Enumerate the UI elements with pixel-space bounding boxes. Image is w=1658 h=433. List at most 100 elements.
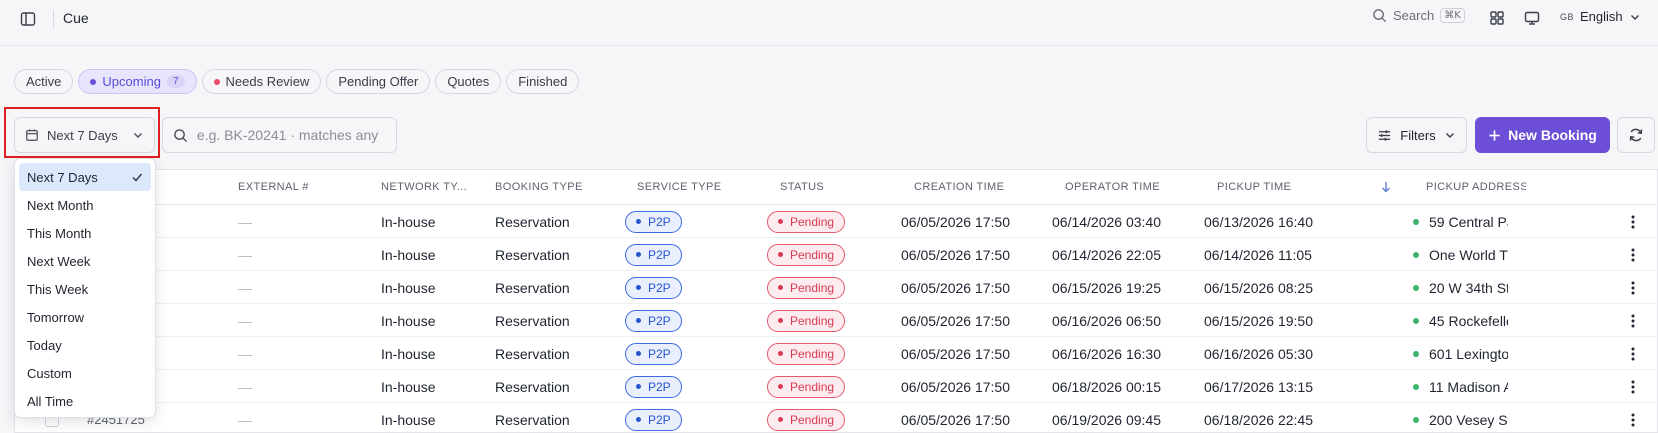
service-type-badge: P2P <box>625 243 682 266</box>
status-tabs: Active Upcoming 7 Needs Review Pending O… <box>14 69 580 94</box>
booking-type: Reservation <box>495 279 570 296</box>
date-range-label: Next 7 Days <box>47 127 118 143</box>
column-header-network-type[interactable]: NETWORK TY... <box>381 170 481 204</box>
date-range-option[interactable]: Next 7 Days <box>19 163 151 191</box>
chevron-down-icon <box>1630 14 1639 20</box>
sort-desc-icon[interactable] <box>1381 170 1401 204</box>
column-header-booking-type[interactable]: BOOKING TYPE <box>495 170 625 204</box>
date-range-option[interactable]: Next Week <box>19 247 151 275</box>
status-label: Pending <box>790 313 835 328</box>
column-header-pickup-time[interactable]: PICKUP TIME <box>1217 170 1357 204</box>
top-bar: Cue Search ⌘K GB English <box>0 0 1658 38</box>
table-row[interactable]: — In-house Reservation P2P Pending 06/05/2026… <box>15 370 1657 403</box>
external-number: — <box>238 411 252 428</box>
badge-dot <box>778 252 783 257</box>
grid-icon[interactable] <box>1489 10 1505 29</box>
date-range-select[interactable]: Next 7 Days <box>14 117 155 153</box>
address-status-dot <box>1413 383 1419 390</box>
tab-label: Upcoming <box>102 74 161 89</box>
column-header-service-type[interactable]: SERVICE TYPE <box>637 170 767 204</box>
sidebar-toggle-icon[interactable] <box>18 9 38 29</box>
badge-dot <box>778 219 783 224</box>
date-range-option[interactable]: Custom <box>19 359 151 387</box>
date-range-option[interactable]: This Week <box>19 275 151 303</box>
option-label: All Time <box>27 393 74 409</box>
date-range-option[interactable]: Today <box>19 331 151 359</box>
service-type-label: P2P <box>648 214 671 229</box>
operator-time: 06/16/2026 16:30 <box>1052 345 1161 362</box>
tab-upcoming[interactable]: Upcoming 7 <box>78 69 197 94</box>
new-booking-label: New Booking <box>1508 127 1597 143</box>
service-type-label: P2P <box>648 313 671 328</box>
search-label: Search <box>1393 8 1435 23</box>
column-header-pickup-address[interactable]: PICKUP ADDRESS <box>1426 170 1526 204</box>
status-label: Pending <box>790 346 835 361</box>
count-badge: 7 <box>166 75 185 88</box>
date-range-option[interactable]: All Time <box>19 387 151 415</box>
tab-finished[interactable]: Finished <box>506 69 580 94</box>
row-actions-icon[interactable] <box>1631 403 1635 432</box>
tab-dot <box>213 78 220 85</box>
row-actions-icon[interactable] <box>1631 337 1635 370</box>
column-header-operator-time[interactable]: OPERATOR TIME <box>1065 170 1205 204</box>
tab-quotes[interactable]: Quotes <box>435 69 502 94</box>
refresh-button[interactable] <box>1617 117 1655 153</box>
operator-time: 06/19/2026 09:45 <box>1052 411 1161 428</box>
booking-type: Reservation <box>495 312 570 329</box>
address-status-dot <box>1413 416 1419 423</box>
new-booking-button[interactable]: New Booking <box>1475 117 1610 153</box>
tab-pending-offer[interactable]: Pending Offer <box>326 69 431 94</box>
service-type-badge: P2P <box>625 210 682 233</box>
pickup-time: 06/14/2026 11:05 <box>1204 246 1312 263</box>
status-badge: Pending <box>767 276 846 299</box>
tab-active[interactable]: Active <box>14 69 74 94</box>
filters-button[interactable]: Filters <box>1366 117 1467 153</box>
global-search-button[interactable]: Search ⌘K <box>1372 8 1465 23</box>
booking-type: Reservation <box>495 246 570 263</box>
badge-dot <box>636 351 641 356</box>
search-input[interactable] <box>196 127 386 143</box>
network-type: In-house <box>381 279 436 296</box>
external-number: — <box>238 213 252 230</box>
row-actions-icon[interactable] <box>1631 370 1635 403</box>
row-actions-icon[interactable] <box>1631 271 1635 304</box>
badge-dot <box>636 384 641 389</box>
network-type: In-house <box>381 345 436 362</box>
tab-label: Quotes <box>447 74 490 89</box>
row-actions-icon[interactable] <box>1631 205 1635 238</box>
external-number: — <box>238 279 252 296</box>
table-row[interactable]: — In-house Reservation P2P Pending 06/05/2026… <box>15 304 1657 337</box>
tab-label: Pending Offer <box>338 74 419 89</box>
creation-time: 06/05/2026 17:50 <box>901 279 1010 296</box>
table-row[interactable]: — In-house Reservation P2P Pending 06/05/2026… <box>15 238 1657 271</box>
service-type-badge: P2P <box>625 342 682 365</box>
column-header-external[interactable]: EXTERNAL # <box>238 170 358 204</box>
badge-dot <box>778 384 783 389</box>
badge-dot <box>636 318 641 323</box>
creation-time: 06/05/2026 17:50 <box>901 246 1010 263</box>
language-selector[interactable]: GB English <box>1560 9 1641 24</box>
monitor-icon[interactable] <box>1524 10 1540 29</box>
status-label: Pending <box>790 214 835 229</box>
date-range-option[interactable]: Tomorrow <box>19 303 151 331</box>
chevron-down-icon <box>1445 133 1454 138</box>
tab-needs-review[interactable]: Needs Review <box>201 69 322 94</box>
table-row[interactable]: — In-house Reservation P2P Pending 06/05/2026… <box>15 337 1657 370</box>
date-range-option[interactable]: Next Month <box>19 191 151 219</box>
header-divider-line <box>0 45 1658 46</box>
pickup-time: 06/18/2026 22:45 <box>1204 411 1313 428</box>
column-header-status[interactable]: STATUS <box>780 170 900 204</box>
row-actions-icon[interactable] <box>1631 304 1635 337</box>
status-label: Pending <box>790 412 835 427</box>
table-row[interactable]: #2451725— In-house Reservation P2P Pending 06… <box>15 403 1657 432</box>
table-row[interactable]: — In-house Reservation P2P Pending 06/05/2026… <box>15 205 1657 238</box>
booking-type: Reservation <box>495 411 570 428</box>
row-actions-icon[interactable] <box>1631 238 1635 271</box>
status-badge: Pending <box>767 375 846 398</box>
booking-type: Reservation <box>495 378 570 395</box>
option-label: Today <box>27 337 62 353</box>
table-row[interactable]: — In-house Reservation P2P Pending 06/05/2026… <box>15 271 1657 304</box>
date-range-option[interactable]: This Month <box>19 219 151 247</box>
check-icon <box>132 173 143 182</box>
column-header-creation-time[interactable]: CREATION TIME <box>914 170 1054 204</box>
